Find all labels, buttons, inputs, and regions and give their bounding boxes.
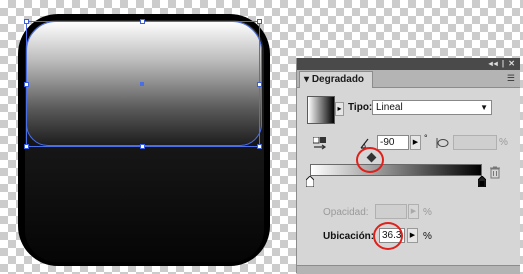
selection-handle-top[interactable] (140, 19, 145, 24)
location-unit: % (423, 231, 432, 242)
opacity-label: Opacidad: (323, 207, 369, 218)
selection-center-point (140, 82, 144, 86)
panel-titlebar: ◂◂ | ✕ (297, 58, 520, 70)
selection-handle-left[interactable] (24, 82, 29, 87)
selection-handle-bottom[interactable] (140, 144, 145, 149)
annotation-circle-midpoint (356, 147, 384, 173)
swatch-dropdown-icon[interactable]: ▸ (335, 102, 344, 116)
panel-menu-icon[interactable]: ☰ (507, 73, 515, 84)
color-stop-white[interactable] (306, 176, 314, 187)
selection-handle-bottom-right[interactable] (257, 144, 262, 149)
aspect-ratio-icon (436, 138, 449, 148)
selection-handle-right[interactable] (257, 82, 262, 87)
aspect-ratio-input[interactable] (453, 135, 497, 150)
location-label: Ubicación: (323, 231, 375, 242)
gradient-panel: ◂◂ | ✕ ▾ Degradado ☰ ▸ Tipo: Lineal ▼ -9… (296, 58, 520, 274)
chevron-down-icon: ▼ (480, 103, 488, 112)
selection-handle-bottom-left[interactable] (24, 144, 29, 149)
panel-window-controls[interactable]: ◂◂ | ✕ (489, 59, 516, 68)
tab-degradado[interactable]: ▾ Degradado (299, 71, 374, 88)
annotation-circle-location (373, 222, 403, 250)
color-stop-black[interactable] (478, 176, 486, 187)
delete-stop-icon[interactable] (490, 166, 500, 179)
location-stepper[interactable]: ▶ (407, 228, 418, 243)
aspect-ratio-unit: % (499, 137, 508, 148)
gradient-type-select[interactable]: Lineal ▼ (372, 100, 492, 115)
angle-stepper[interactable]: ▶ (410, 135, 421, 150)
tab-label: Degradado (311, 74, 365, 85)
degree-symbol: ° (424, 133, 428, 143)
opacity-input[interactable] (375, 204, 407, 219)
tab-collapse-icon: ▾ (304, 74, 310, 85)
angle-input[interactable]: -90 (377, 135, 409, 150)
reverse-gradient-icon[interactable] (313, 137, 327, 151)
opacity-stepper[interactable]: ▶ (408, 204, 419, 219)
selection-handle-top-left[interactable] (24, 19, 29, 24)
panel-tab-row: ▾ Degradado ☰ (297, 70, 520, 88)
gradient-swatch[interactable] (307, 96, 335, 124)
gradient-type-value: Lineal (376, 102, 403, 113)
gradient-ramp-slider[interactable] (310, 164, 482, 176)
selection-handle-top-right[interactable] (257, 19, 262, 24)
opacity-unit: % (423, 207, 432, 218)
type-label: Tipo: (348, 102, 373, 113)
